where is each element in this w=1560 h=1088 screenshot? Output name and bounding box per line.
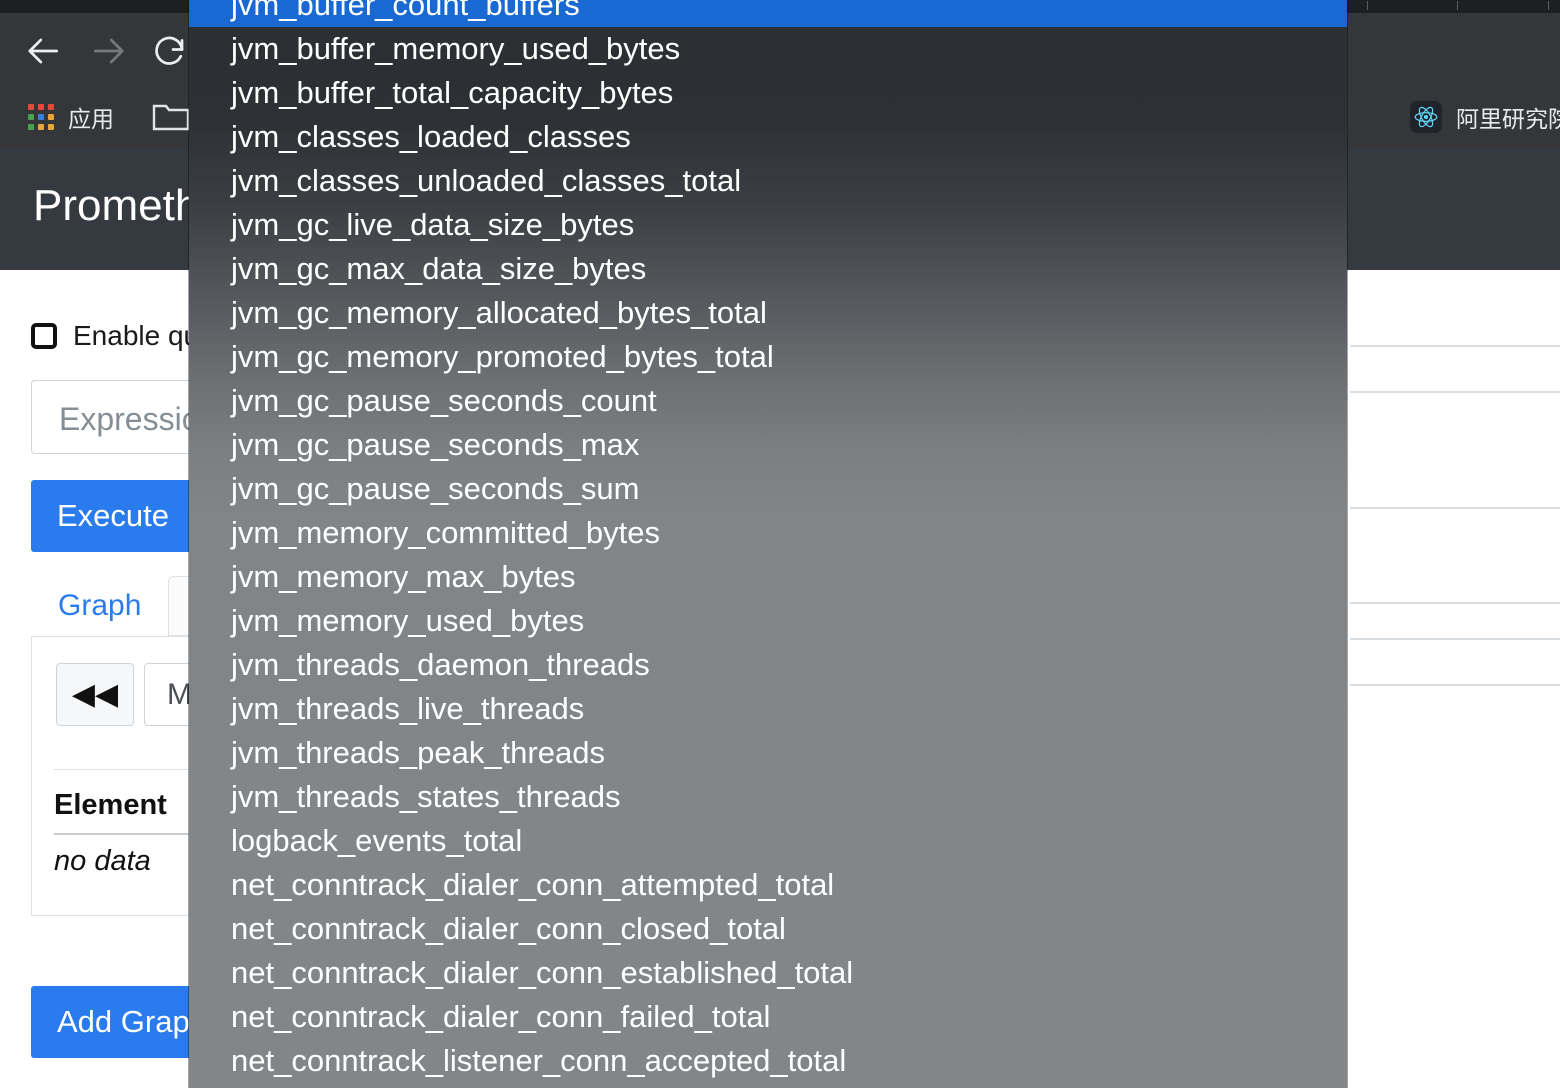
autocomplete-item[interactable]: net_conntrack_dialer_conn_established_to…: [189, 951, 1347, 995]
autocomplete-item[interactable]: jvm_memory_used_bytes: [189, 599, 1347, 643]
bookmark-folder[interactable]: [152, 86, 190, 148]
screen: 应用 阿里研究院 Prometheus Enable Expression Ex…: [0, 0, 1560, 1088]
bookmark-label-alibaba: 阿里研究院: [1456, 106, 1560, 132]
page-divider: [1350, 507, 1560, 509]
autocomplete-item[interactable]: jvm_buffer_total_capacity_bytes: [189, 71, 1347, 115]
autocomplete-item[interactable]: jvm_gc_live_data_size_bytes: [189, 203, 1347, 247]
autocomplete-item[interactable]: jvm_memory_max_bytes: [189, 555, 1347, 599]
autocomplete-item[interactable]: jvm_threads_live_threads: [189, 687, 1347, 731]
page-divider: [1350, 684, 1560, 686]
autocomplete-item[interactable]: jvm_buffer_memory_used_bytes: [189, 27, 1347, 71]
folder-icon: [152, 102, 190, 132]
page-divider: [1350, 391, 1560, 393]
apps-grid-icon: [28, 104, 54, 130]
metric-autocomplete-dropdown[interactable]: jvm_buffer_count_buffers jvm_buffer_memor…: [189, 0, 1347, 1088]
back-arrow-icon[interactable]: [24, 31, 64, 71]
autocomplete-item[interactable]: jvm_memory_committed_bytes: [189, 511, 1347, 555]
autocomplete-item[interactable]: net_conntrack_dialer_conn_failed_total: [189, 995, 1347, 1039]
tab-separator: [1457, 1, 1458, 10]
react-logo-icon: [1410, 101, 1442, 133]
autocomplete-item[interactable]: jvm_threads_daemon_threads: [189, 643, 1347, 687]
autocomplete-item[interactable]: jvm_gc_pause_seconds_sum: [189, 467, 1347, 511]
autocomplete-item[interactable]: jvm_gc_max_data_size_bytes: [189, 247, 1347, 291]
autocomplete-item[interactable]: logback_events_total: [189, 819, 1347, 863]
page-divider: [1350, 638, 1560, 640]
rewind-button[interactable]: ◀◀: [56, 663, 134, 726]
bookmark-alibaba-research[interactable]: 阿里研究院: [1410, 86, 1560, 148]
autocomplete-item[interactable]: jvm_gc_pause_seconds_max: [189, 423, 1347, 467]
autocomplete-item[interactable]: jvm_threads_states_threads: [189, 775, 1347, 819]
autocomplete-item[interactable]: net_conntrack_listener_conn_accepted_tot…: [189, 1039, 1347, 1083]
table-header-element: Element: [54, 789, 167, 821]
autocomplete-item[interactable]: net_conntrack_dialer_conn_closed_total: [189, 907, 1347, 951]
tab-separator: [1548, 1, 1549, 10]
autocomplete-item[interactable]: jvm_gc_memory_promoted_bytes_total: [189, 335, 1347, 379]
forward-arrow-icon[interactable]: [88, 31, 128, 71]
autocomplete-item[interactable]: jvm_gc_memory_allocated_bytes_total: [189, 291, 1347, 335]
table-empty-cell: no data: [54, 845, 151, 877]
bookmark-apps[interactable]: 应用: [28, 86, 114, 148]
enable-query-history-checkbox[interactable]: [31, 323, 57, 349]
autocomplete-item[interactable]: jvm_gc_pause_seconds_count: [189, 379, 1347, 423]
autocomplete-item[interactable]: jvm_threads_peak_threads: [189, 731, 1347, 775]
autocomplete-item[interactable]: net_conntrack_dialer_conn_attempted_tota…: [189, 863, 1347, 907]
page-divider: [1350, 602, 1560, 604]
page-divider: [1350, 345, 1560, 347]
autocomplete-item[interactable]: jvm_classes_loaded_classes: [189, 115, 1347, 159]
autocomplete-item[interactable]: jvm_buffer_count_buffers: [189, 0, 1347, 27]
tab-graph[interactable]: Graph: [31, 576, 168, 636]
reload-icon[interactable]: [150, 31, 190, 71]
autocomplete-item[interactable]: net_conntrack_listener_conn_closed_total: [189, 1083, 1347, 1088]
autocomplete-item[interactable]: jvm_classes_unloaded_classes_total: [189, 159, 1347, 203]
tab-separator: [1367, 1, 1368, 10]
bookmark-label-apps: 应用: [68, 106, 114, 132]
